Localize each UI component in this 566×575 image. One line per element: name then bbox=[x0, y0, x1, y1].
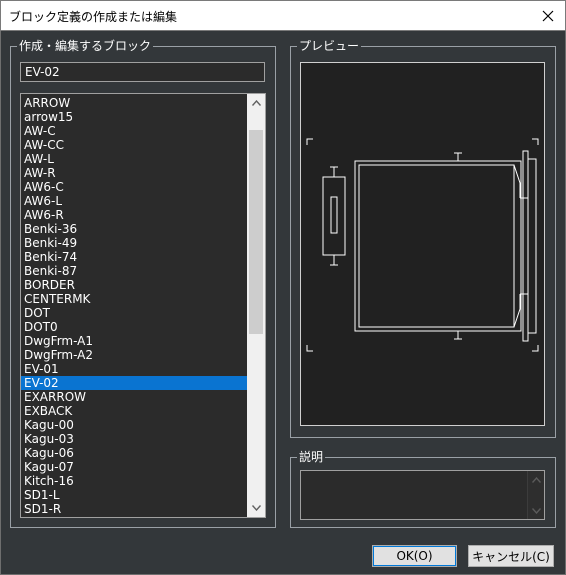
list-scroll-thumb[interactable] bbox=[249, 130, 263, 334]
block-preview-drawing bbox=[306, 138, 539, 352]
list-item[interactable]: Kagu-06 bbox=[21, 446, 247, 460]
list-item[interactable]: Kagu-07 bbox=[21, 460, 247, 474]
list-item[interactable]: Kitch-16 bbox=[21, 474, 247, 488]
list-item[interactable]: Benki-49 bbox=[21, 236, 247, 250]
list-scroll-up-button[interactable] bbox=[247, 94, 265, 112]
list-item[interactable]: ARROW bbox=[21, 96, 247, 110]
chevron-up-icon bbox=[251, 100, 261, 106]
list-scroll-down-button[interactable] bbox=[247, 499, 265, 517]
block-name-input[interactable] bbox=[20, 62, 265, 82]
list-item[interactable]: EXBACK bbox=[21, 404, 247, 418]
list-item[interactable]: AW-C bbox=[21, 124, 247, 138]
list-item[interactable]: EXARROW bbox=[21, 390, 247, 404]
description-scroll-down-button[interactable] bbox=[528, 502, 545, 519]
close-button[interactable] bbox=[531, 1, 565, 30]
list-item[interactable]: AW6-R bbox=[21, 208, 247, 222]
list-item[interactable]: DwgFrm-A2 bbox=[21, 348, 247, 362]
block-group-legend: 作成・編集するブロック bbox=[17, 39, 154, 53]
block-list-items: ARROW arrow15 AW-C AW-CC AW-L AW-R AW6-C AW6-L A… bbox=[21, 96, 247, 516]
chevron-up-icon bbox=[532, 476, 541, 483]
description-scroll-up-button[interactable] bbox=[528, 471, 545, 488]
list-item[interactable]: AW-R bbox=[21, 166, 247, 180]
list-item[interactable]: DOT0 bbox=[21, 320, 247, 334]
list-scrollbar[interactable] bbox=[247, 94, 265, 517]
list-item[interactable]: BORDER bbox=[21, 278, 247, 292]
list-item[interactable]: Benki-87 bbox=[21, 264, 247, 278]
list-item[interactable]: SD1-R bbox=[21, 502, 247, 516]
description-scrollbar[interactable] bbox=[527, 471, 544, 519]
window-title: ブロック定義の作成または編集 bbox=[9, 10, 178, 24]
list-item[interactable]: AW-CC bbox=[21, 138, 247, 152]
list-item[interactable]: Benki-74 bbox=[21, 250, 247, 264]
list-item[interactable]: AW6-L bbox=[21, 194, 247, 208]
title-bar: ブロック定義の作成または編集 bbox=[0, 0, 566, 31]
list-item[interactable]: arrow15 bbox=[21, 110, 247, 124]
description-group-legend: 説明 bbox=[297, 450, 326, 464]
chevron-down-icon bbox=[251, 505, 261, 511]
list-item[interactable]: CENTERMK bbox=[21, 292, 247, 306]
preview-canvas bbox=[300, 62, 545, 426]
cancel-button[interactable]: キャンセル(C) bbox=[468, 545, 554, 567]
list-item[interactable]: EV-02 bbox=[21, 376, 247, 390]
chevron-down-icon bbox=[532, 507, 541, 514]
list-item[interactable]: DOT bbox=[21, 306, 247, 320]
list-item[interactable]: Benki-36 bbox=[21, 222, 247, 236]
list-item[interactable]: AW-L bbox=[21, 152, 247, 166]
list-item[interactable]: DwgFrm-A1 bbox=[21, 334, 247, 348]
list-item[interactable]: Kagu-00 bbox=[21, 418, 247, 432]
close-icon bbox=[542, 10, 554, 21]
list-item[interactable]: Kagu-03 bbox=[21, 432, 247, 446]
description-textarea[interactable] bbox=[300, 470, 545, 520]
block-listbox[interactable]: ARROW arrow15 AW-C AW-CC AW-L AW-R AW6-C AW6-L A… bbox=[20, 93, 266, 518]
preview-group-legend: プレビュー bbox=[297, 39, 362, 53]
list-item[interactable]: EV-01 bbox=[21, 362, 247, 376]
ok-button[interactable]: OK(O) bbox=[372, 545, 457, 567]
list-item[interactable]: AW6-C bbox=[21, 180, 247, 194]
list-item[interactable]: SD1-L bbox=[21, 488, 247, 502]
